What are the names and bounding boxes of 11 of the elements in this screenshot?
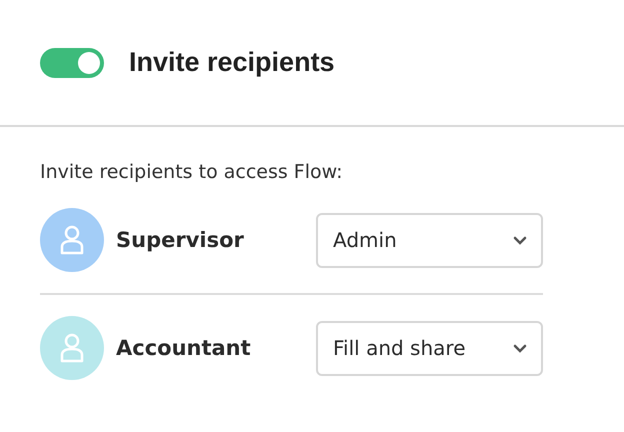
recipient-name: Accountant: [116, 336, 252, 360]
recipient-name: Supervisor: [116, 228, 245, 252]
section-title: Invite recipients: [129, 47, 335, 78]
toggle-switch[interactable]: [40, 48, 104, 78]
chevron-down-icon: [513, 236, 527, 244]
chevron-down-icon: [513, 344, 527, 352]
intro-text: Invite recipients to access Flow:: [40, 161, 344, 183]
role-dropdown[interactable]: Admin: [316, 212, 543, 268]
person-icon: [60, 225, 84, 255]
person-icon: [60, 333, 84, 363]
role-dropdown[interactable]: Fill and share: [316, 320, 543, 376]
